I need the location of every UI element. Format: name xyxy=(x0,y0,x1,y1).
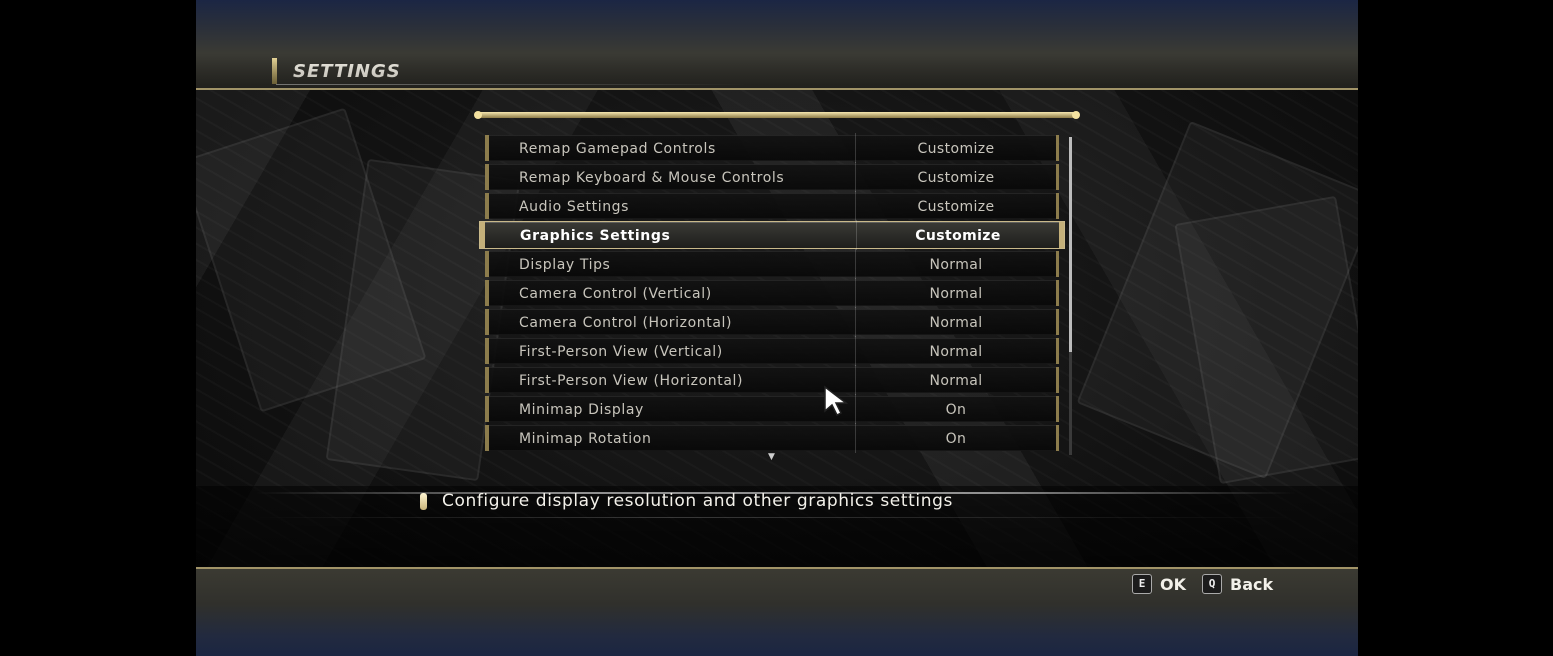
top-bar: SETTINGS xyxy=(196,0,1358,90)
title-underline xyxy=(276,84,746,85)
setting-row[interactable]: Audio Settings Customize xyxy=(485,191,1059,221)
setting-value[interactable]: Normal xyxy=(856,367,1056,395)
title-accent xyxy=(272,58,277,84)
setting-row[interactable]: Camera Control (Vertical) Normal xyxy=(485,278,1059,308)
list-frame-top xyxy=(474,111,1080,119)
setting-value[interactable]: Normal xyxy=(856,280,1056,308)
ok-key-icon[interactable]: E xyxy=(1132,574,1152,594)
setting-row[interactable]: Display Tips Normal xyxy=(485,249,1059,279)
setting-label: Remap Gamepad Controls xyxy=(519,141,716,157)
setting-label: First-Person View (Vertical) xyxy=(519,344,723,360)
setting-label: Minimap Rotation xyxy=(519,431,652,447)
page-title: SETTINGS xyxy=(272,57,401,85)
description-text: Configure display resolution and other g… xyxy=(442,491,953,511)
key-hints: E OK Q Back xyxy=(1132,572,1289,596)
back-key-icon[interactable]: Q xyxy=(1202,574,1222,594)
description-bullet-icon xyxy=(420,493,427,510)
setting-value[interactable]: Normal xyxy=(856,309,1056,337)
setting-label: Minimap Display xyxy=(519,402,644,418)
setting-label: Audio Settings xyxy=(519,199,630,215)
scrollbar-thumb[interactable] xyxy=(1069,137,1072,352)
setting-row[interactable]: Remap Keyboard & Mouse Controls Customize xyxy=(485,162,1059,192)
setting-value[interactable]: On xyxy=(856,396,1056,424)
back-hint-label[interactable]: Back xyxy=(1230,575,1273,594)
setting-value[interactable]: Normal xyxy=(856,251,1056,279)
setting-row[interactable]: Graphics Settings Customize xyxy=(480,220,1064,250)
setting-label: Remap Keyboard & Mouse Controls xyxy=(519,170,785,186)
game-screen: SETTINGS Remap Gamepad Controls Customize… xyxy=(196,0,1358,656)
setting-value[interactable]: Normal xyxy=(856,338,1056,366)
scroll-down-arrow-icon[interactable]: ▼ xyxy=(768,452,775,462)
ok-hint-label[interactable]: OK xyxy=(1160,575,1186,594)
setting-value[interactable]: On xyxy=(856,425,1056,453)
setting-value[interactable]: Customize xyxy=(856,164,1056,192)
setting-row[interactable]: First-Person View (Vertical) Normal xyxy=(485,336,1059,366)
setting-label: Camera Control (Horizontal) xyxy=(519,315,733,331)
setting-label: Graphics Settings xyxy=(520,228,671,244)
setting-label: Camera Control (Vertical) xyxy=(519,286,712,302)
mouse-cursor-icon xyxy=(824,385,849,417)
setting-value[interactable]: Customize xyxy=(856,193,1056,221)
setting-label: Display Tips xyxy=(519,257,611,273)
setting-row[interactable]: Minimap Display On xyxy=(485,394,1059,424)
setting-row[interactable]: First-Person View (Horizontal) Normal xyxy=(485,365,1059,395)
setting-label: First-Person View (Horizontal) xyxy=(519,373,744,389)
settings-list: Remap Gamepad Controls Customize Remap Key… xyxy=(480,133,1064,454)
setting-row[interactable]: Remap Gamepad Controls Customize xyxy=(485,133,1059,163)
setting-row[interactable]: Minimap Rotation On xyxy=(485,423,1059,453)
description-divider-lower xyxy=(256,517,1296,518)
title-text: SETTINGS xyxy=(293,60,401,82)
setting-row[interactable]: Camera Control (Horizontal) Normal xyxy=(485,307,1059,337)
scrollbar[interactable] xyxy=(1069,137,1072,455)
setting-value[interactable]: Customize xyxy=(857,222,1059,250)
setting-value[interactable]: Customize xyxy=(856,135,1056,163)
